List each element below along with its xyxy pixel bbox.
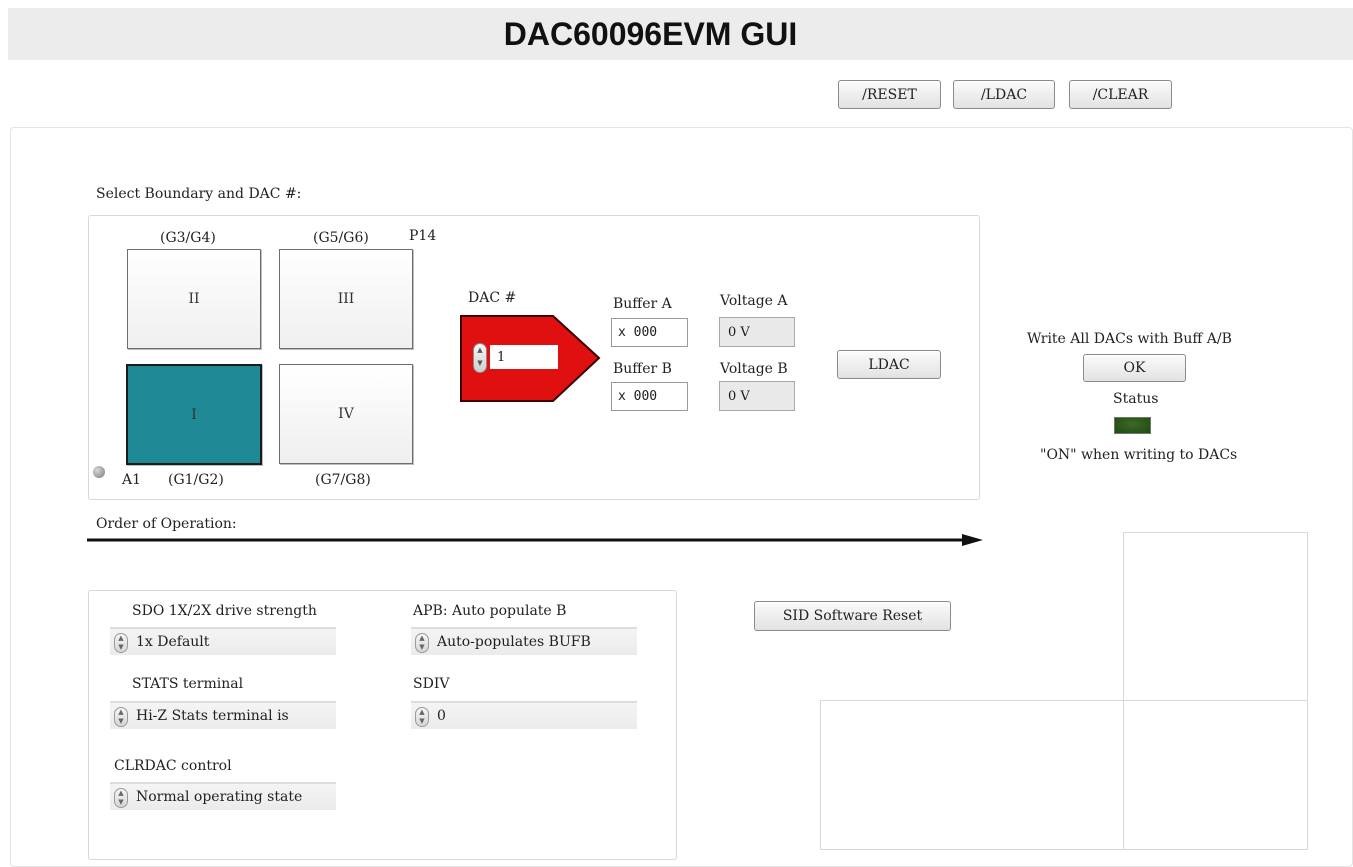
voltage-a-indicator: 0 V xyxy=(719,317,795,347)
dac-number-input[interactable]: 1 xyxy=(490,345,558,369)
title-bar: DAC60096EVM GUI xyxy=(8,8,1353,60)
empty-frame-bottom xyxy=(820,700,1308,850)
buffer-b-input[interactable]: x 000 xyxy=(611,382,688,411)
stats-spinner-icon[interactable]: ▲ ▼ xyxy=(114,707,128,727)
connector-label: P14 xyxy=(409,228,437,244)
boundary-top-label-iii: (G5/G6) xyxy=(313,230,369,246)
reset-button[interactable]: /RESET xyxy=(838,80,941,109)
page-title: DAC60096EVM GUI xyxy=(503,15,798,52)
stats-select[interactable]: ▲ ▼ Hi-Z Stats terminal is xyxy=(110,701,336,729)
clrdac-spinner-icon[interactable]: ▲ ▼ xyxy=(114,788,128,808)
voltage-a-label: Voltage A xyxy=(720,293,788,309)
status-led xyxy=(1114,417,1151,434)
voltage-b-label: Voltage B xyxy=(720,361,788,377)
clear-button[interactable]: /CLEAR xyxy=(1069,80,1172,109)
boundary-quadrant-i[interactable]: I xyxy=(126,364,262,465)
boundary-quadrant-iv[interactable]: IV xyxy=(279,364,413,464)
sdo-label: SDO 1X/2X drive strength xyxy=(132,603,317,619)
sdiv-label: SDIV xyxy=(413,676,450,692)
boundary-bottom-label-iv: (G7/G8) xyxy=(315,472,371,488)
buffer-a-input[interactable]: x 000 xyxy=(611,318,688,347)
sdiv-spinner-icon[interactable]: ▲ ▼ xyxy=(415,707,429,727)
boundary-section-label: Select Boundary and DAC #: xyxy=(96,186,302,202)
buffer-b-label: Buffer B xyxy=(613,361,672,377)
ldac-toggle-button[interactable]: /LDAC xyxy=(953,80,1055,109)
order-arrow xyxy=(87,534,983,546)
ldac-button[interactable]: LDAC xyxy=(837,350,941,379)
dac-number-spinner[interactable]: ▲ ▼ xyxy=(473,343,487,373)
pin1-indicator xyxy=(93,466,105,478)
boundary-top-label-ii: (G3/G4) xyxy=(160,230,216,246)
spinner-down-icon[interactable]: ▼ xyxy=(474,357,486,370)
dac-number-label: DAC # xyxy=(468,290,517,306)
order-of-operation-label: Order of Operation: xyxy=(96,516,237,532)
sdo-select[interactable]: ▲ ▼ 1x Default xyxy=(110,627,336,655)
pin-a1-label: A1 xyxy=(122,472,142,488)
apb-value: Auto-populates BUFB xyxy=(437,634,591,650)
sdiv-select[interactable]: ▲ ▼ 0 xyxy=(411,701,637,729)
sdo-spinner-icon[interactable]: ▲ ▼ xyxy=(114,633,128,653)
spinner-up-icon[interactable]: ▲ xyxy=(474,344,486,357)
stats-value: Hi-Z Stats terminal is xyxy=(136,708,289,724)
sdo-value: 1x Default xyxy=(136,634,210,650)
status-label: Status xyxy=(1113,391,1159,407)
clrdac-select[interactable]: ▲ ▼ Normal operating state xyxy=(110,782,336,810)
apb-select[interactable]: ▲ ▼ Auto-populates BUFB xyxy=(411,627,637,655)
boundary-quadrant-ii[interactable]: II xyxy=(127,249,261,349)
boundary-bottom-label-i: (G1/G2) xyxy=(168,472,224,488)
clrdac-value: Normal operating state xyxy=(136,789,303,805)
buffer-a-label: Buffer A xyxy=(613,296,672,312)
stats-label: STATS terminal xyxy=(132,676,244,692)
write-all-ok-button[interactable]: OK xyxy=(1083,354,1186,382)
status-note: "ON" when writing to DACs xyxy=(1040,447,1238,463)
apb-label: APB: Auto populate B xyxy=(413,603,567,619)
apb-spinner-icon[interactable]: ▲ ▼ xyxy=(415,633,429,653)
sdiv-value: 0 xyxy=(437,708,446,724)
write-all-label: Write All DACs with Buff A/B xyxy=(1027,331,1232,347)
boundary-quadrant-iii[interactable]: III xyxy=(279,249,413,349)
clrdac-label: CLRDAC control xyxy=(114,758,232,774)
voltage-b-indicator: 0 V xyxy=(719,381,795,411)
sid-software-reset-button[interactable]: SID Software Reset xyxy=(754,601,951,631)
